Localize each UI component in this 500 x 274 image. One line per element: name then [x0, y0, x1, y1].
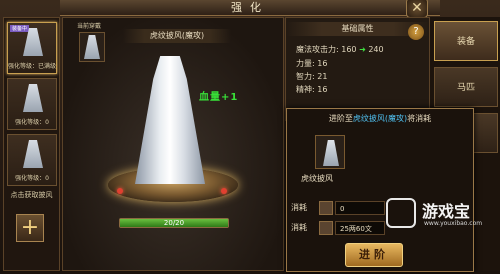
attr-name: 智力:	[296, 72, 315, 81]
title-prefix: 进阶至	[328, 114, 353, 123]
attr-row: 精神: 16	[296, 84, 327, 95]
attr-name: 魔法攻击力:	[296, 45, 339, 54]
bonus-text: 血量+1	[199, 92, 239, 103]
cape-icon	[23, 84, 43, 112]
attributes-panel: 基础属性 ? 魔法攻击力: 160 ➜ 240 力量: 16 智力: 21 精神…	[285, 17, 430, 121]
cost-label: 消耗	[291, 203, 307, 212]
title-target: 虎纹披风(魔攻)	[352, 114, 408, 123]
progress-text: 20/20	[163, 219, 185, 227]
cape-icon	[323, 140, 339, 166]
list-item-label: 强化等级：0	[15, 175, 49, 182]
cape-icon	[23, 28, 43, 56]
list-item[interactable]: 装备中 强化等级：已满级	[7, 22, 57, 74]
cape-icon	[84, 35, 100, 59]
enhance-progress-bar: 20/20	[119, 218, 229, 228]
title-suffix: 将消耗	[407, 114, 432, 123]
arrow-right-icon: ➜	[359, 45, 366, 54]
advance-title: 进阶至虎纹披风(魔攻)将消耗	[287, 113, 473, 124]
cost-row: 消耗 0	[291, 201, 391, 215]
cost-label: 消耗	[291, 223, 307, 232]
material-name: 虎纹披风	[301, 174, 333, 183]
list-item-label: 强化等级：已满级	[8, 63, 57, 70]
plus-icon[interactable]: +	[16, 214, 44, 242]
attr-value: 16	[317, 85, 328, 94]
cape-list: 装备中 强化等级：已满级 强化等级：0 强化等级：0 点击获取披风 +	[3, 17, 60, 271]
item-title: 虎纹披风(魔攻)	[123, 29, 231, 43]
advance-button[interactable]: 进阶	[345, 243, 403, 267]
attr-row: 智力: 21	[296, 71, 327, 82]
gem-right	[221, 188, 227, 194]
preview-stage: 当前穿戴 虎纹披风(魔攻) 血量+1 20/20	[62, 17, 284, 271]
cost-value: 25两60文	[335, 221, 385, 235]
question-icon[interactable]: ?	[408, 24, 424, 40]
attr-value: 16	[317, 59, 328, 68]
window-title: 强化	[60, 0, 440, 16]
attr-value: 160	[341, 45, 357, 54]
attr-upgrade-value: 240	[368, 45, 384, 54]
cost-value: 0	[335, 201, 385, 215]
cape-icon	[23, 140, 43, 168]
item-cost-icon	[319, 201, 333, 215]
current-equipped-slot[interactable]	[79, 32, 105, 62]
list-item-label: 强化等级：0	[15, 119, 49, 126]
tab-mount[interactable]: 马匹	[434, 67, 498, 107]
equipped-badge: 装备中	[10, 25, 30, 32]
list-item[interactable]: 强化等级：0	[7, 78, 57, 130]
watermark: 游戏宝 www.youxibao.com	[382, 196, 500, 236]
attr-name: 精神:	[296, 85, 315, 94]
advance-dialog: 进阶至虎纹披风(魔攻)将消耗 虎纹披风 消耗 0 消耗 25两60文 进阶	[286, 108, 474, 272]
get-cape-label: 点击获取披风	[10, 191, 53, 199]
tab-equipment[interactable]: 装备	[434, 21, 498, 61]
coin-icon	[319, 221, 333, 235]
watermark-logo-icon	[386, 198, 416, 228]
attr-row: 魔法攻击力: 160 ➜ 240	[296, 44, 384, 55]
close-icon[interactable]: ✕	[406, 0, 428, 18]
watermark-url: www.youxibao.com	[424, 220, 483, 227]
list-item[interactable]: 强化等级：0	[7, 134, 57, 186]
current-equipped-label: 当前穿戴	[77, 23, 102, 30]
cape-preview	[135, 56, 205, 184]
cost-row: 消耗 25两60文	[291, 221, 391, 235]
material-slot[interactable]	[315, 135, 345, 169]
attr-name: 力量:	[296, 59, 315, 68]
enhance-window: 强化 ✕ 装备中 强化等级：已满级 强化等级：0 强化等级：0 点击获取披风 +…	[0, 0, 500, 274]
attr-value: 21	[317, 72, 328, 81]
gem-left	[117, 188, 123, 194]
attr-row: 力量: 16	[296, 58, 327, 69]
watermark-text: 游戏宝	[422, 202, 471, 221]
